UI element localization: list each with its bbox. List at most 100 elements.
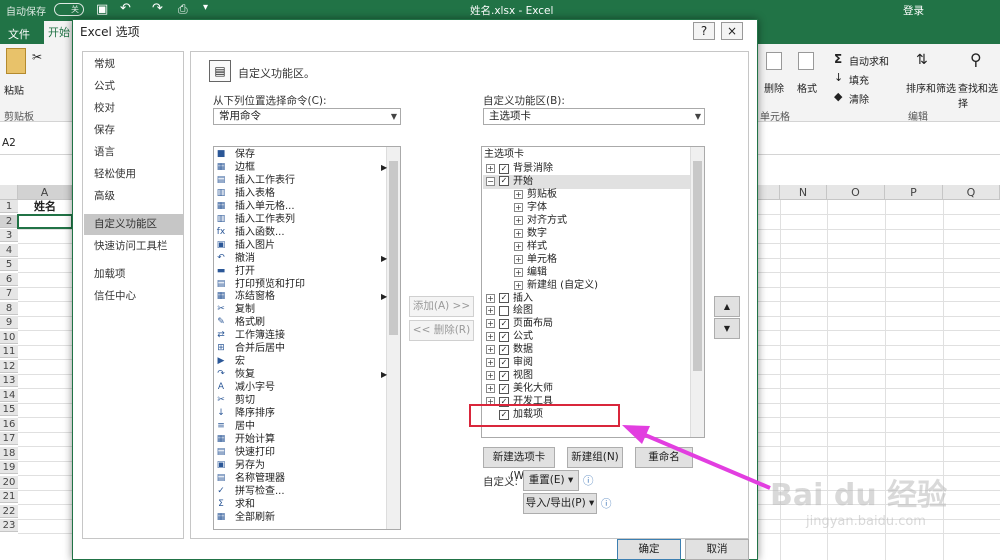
row-header[interactable]: 12 xyxy=(0,359,18,373)
customize-ribbon-select[interactable]: 主选项卡 ▼ xyxy=(483,108,705,125)
command-item[interactable]: ▦ 冻结窗格 ▶ xyxy=(215,290,387,303)
nav-item[interactable]: 常规 xyxy=(84,54,183,75)
login-link[interactable]: 登录 xyxy=(903,3,924,18)
new-tab-button[interactable]: 新建选项卡(W) xyxy=(483,447,555,482)
clear-label[interactable]: 清除 xyxy=(849,91,869,106)
row-header[interactable]: 9 xyxy=(0,316,18,329)
row-header[interactable]: 19 xyxy=(0,461,18,474)
column-header-p[interactable]: P xyxy=(885,185,943,200)
sort-filter-label[interactable]: 排序和筛选 xyxy=(906,80,956,95)
tab-checkbox[interactable]: ✓ xyxy=(499,344,509,355)
help-button[interactable]: ? xyxy=(693,22,715,40)
select-all-corner[interactable] xyxy=(0,185,18,200)
ribbon-tree[interactable]: 主选项卡 + ✓ 背景消除 − ✓ 开始 + 剪贴板 + 字体 + 对齐方式 + 数字 + 样式 + 单元格 + 编辑… xyxy=(481,146,705,438)
redo-icon[interactable]: ↷ xyxy=(152,1,163,16)
tree-item[interactable]: + ✓ 背景消除 xyxy=(486,162,553,175)
command-item[interactable]: ↓ 降序排序 xyxy=(215,407,385,420)
tree-item[interactable]: + 新建组 (自定义) xyxy=(514,279,598,292)
undo-icon[interactable]: ↶ xyxy=(120,1,131,16)
row-header[interactable]: 4 xyxy=(0,243,18,257)
delete-cells-icon[interactable] xyxy=(766,52,782,70)
tree-item[interactable]: + ✓ 数据 xyxy=(486,343,533,356)
command-item[interactable]: ▶ 宏 xyxy=(215,355,385,368)
tab-checkbox[interactable]: ✓ xyxy=(499,163,509,174)
expand-toggle-icon[interactable]: + xyxy=(486,293,495,303)
command-item[interactable]: ▦ 边框 ▶ xyxy=(215,161,387,174)
row-header[interactable]: 10 xyxy=(0,330,18,344)
row-header[interactable]: 2 xyxy=(0,214,18,228)
command-item[interactable]: ⊞ 合并后居中 xyxy=(215,342,385,355)
command-item[interactable]: Σ 求和 xyxy=(215,498,385,511)
tree-item[interactable]: + 字体 xyxy=(514,201,547,214)
tree-scroll-thumb[interactable] xyxy=(693,161,702,371)
nav-item[interactable]: 语言 xyxy=(84,142,183,163)
command-item[interactable]: ▥ 插入工作表列 xyxy=(215,213,385,226)
commands-scroll-thumb[interactable] xyxy=(389,161,398,335)
expand-toggle-icon[interactable]: + xyxy=(514,202,523,212)
save-icon[interactable]: ▣ xyxy=(96,2,108,17)
move-up-button[interactable]: ▲ xyxy=(714,296,740,317)
tree-item[interactable]: + ✓ 视图 xyxy=(486,369,533,382)
expand-toggle-icon[interactable]: + xyxy=(486,384,495,394)
tree-item[interactable]: + 绘图 xyxy=(486,304,533,317)
move-down-button[interactable]: ▼ xyxy=(714,318,740,339)
expand-toggle-icon[interactable]: + xyxy=(514,280,523,290)
tab-checkbox[interactable]: ✓ xyxy=(499,370,509,381)
command-item[interactable]: ▤ 插入工作表行 xyxy=(215,174,385,187)
column-header-fragment[interactable] xyxy=(758,185,780,200)
command-item[interactable]: ≡ 居中 xyxy=(215,420,385,433)
choose-commands-select[interactable]: 常用命令 ▼ xyxy=(213,108,401,125)
tree-item[interactable]: + 样式 xyxy=(514,240,547,253)
nav-item[interactable]: 加载项 xyxy=(84,264,183,285)
autosum-icon[interactable]: Σ xyxy=(834,52,842,66)
command-item[interactable]: ⇄ 工作簿连接 xyxy=(215,329,385,342)
tab-checkbox[interactable] xyxy=(499,305,509,316)
import-export-button[interactable]: 导入/导出(P) ▾ xyxy=(523,493,597,514)
command-item[interactable]: ▤ 快速打印 xyxy=(215,446,385,459)
remove-button[interactable]: << 删除(R) xyxy=(409,320,474,341)
command-item[interactable]: ▦ 插入单元格... xyxy=(215,200,385,213)
expand-toggle-icon[interactable]: + xyxy=(514,189,523,199)
tree-scrollbar[interactable] xyxy=(690,147,704,437)
nav-item[interactable]: 自定义功能区 xyxy=(84,214,183,235)
command-item[interactable]: ↷ 恢复 ▶ xyxy=(215,368,387,381)
expand-toggle-icon[interactable]: + xyxy=(514,254,523,264)
nav-item[interactable]: 信任中心 xyxy=(84,286,183,307)
find-icon[interactable]: ⚲ xyxy=(970,50,982,69)
tab-file[interactable]: 文件 xyxy=(8,26,30,42)
nav-item[interactable]: 高级 xyxy=(84,186,183,207)
command-item[interactable]: ↶ 撤消 ▶ xyxy=(215,252,387,265)
row-header[interactable]: 21 xyxy=(0,490,18,503)
command-item[interactable]: ■ 保存 xyxy=(215,148,385,161)
expand-toggle-icon[interactable]: − xyxy=(486,176,495,186)
expand-toggle-icon[interactable]: + xyxy=(486,164,495,173)
expand-toggle-icon[interactable]: + xyxy=(486,332,495,342)
row-header[interactable]: 11 xyxy=(0,345,18,358)
row-header[interactable]: 13 xyxy=(0,374,18,387)
command-item[interactable]: ▤ 名称管理器 xyxy=(215,472,385,485)
active-cell-a2[interactable] xyxy=(17,214,73,229)
tree-item[interactable]: + ✓ 页面布局 xyxy=(486,317,553,330)
command-item[interactable]: ▥ 插入表格 xyxy=(215,187,385,200)
command-item[interactable]: ▣ 插入图片 xyxy=(215,239,385,252)
autosave-toggle[interactable]: 关 xyxy=(54,3,84,16)
commands-scrollbar[interactable] xyxy=(386,147,400,529)
command-item[interactable]: ▬ 打开 xyxy=(215,265,385,278)
row-header[interactable]: 1 xyxy=(0,200,18,213)
column-header-a[interactable]: A xyxy=(18,185,72,200)
tree-item[interactable]: − ✓ 开始 xyxy=(486,175,533,188)
row-header[interactable]: 15 xyxy=(0,403,18,416)
tree-item[interactable]: + 数字 xyxy=(514,227,547,240)
tab-checkbox[interactable]: ✓ xyxy=(499,176,509,187)
row-header[interactable]: 22 xyxy=(0,504,18,518)
command-item[interactable]: ✂ 复制 xyxy=(215,303,385,316)
close-button[interactable]: × xyxy=(721,22,743,40)
add-button[interactable]: 添加(A) >> xyxy=(409,296,474,317)
row-header[interactable]: 7 xyxy=(0,287,18,300)
expand-toggle-icon[interactable]: + xyxy=(486,371,495,381)
command-item[interactable]: ✎ 格式刷 xyxy=(215,316,385,329)
fill-icon[interactable]: ↓ xyxy=(834,71,843,84)
nav-item[interactable]: 校对 xyxy=(84,98,183,119)
format-label[interactable]: 格式 xyxy=(797,80,817,95)
print-preview-icon[interactable]: ⎙ xyxy=(178,2,188,17)
